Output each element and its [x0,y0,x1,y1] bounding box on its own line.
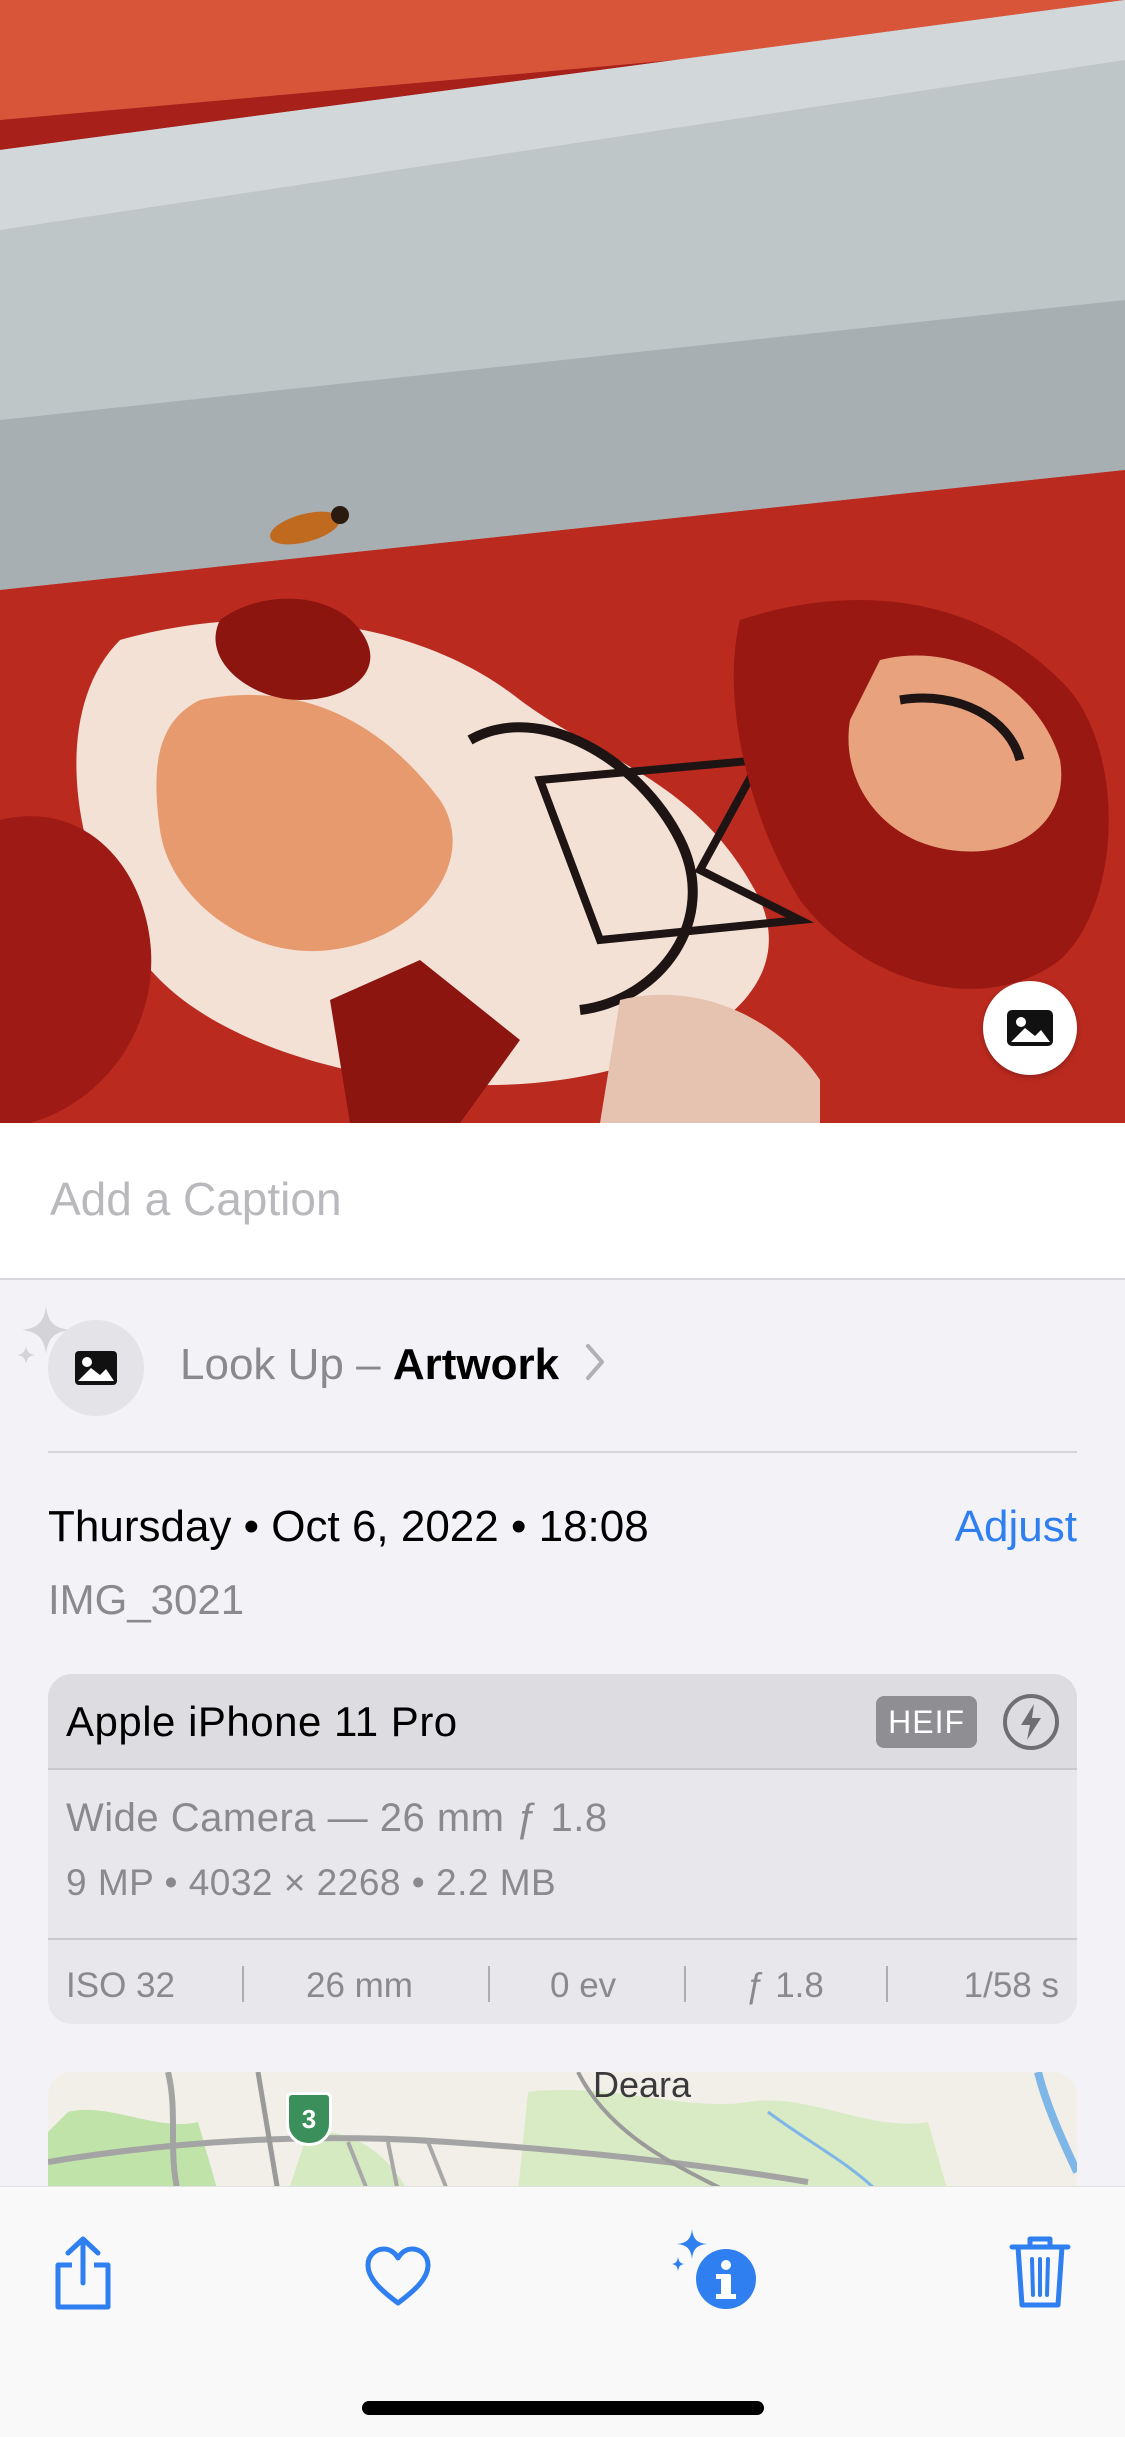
map-place-label: Deara [593,2072,692,2105]
heart-icon[interactable] [362,2245,434,2314]
visual-lookup-button[interactable] [983,981,1077,1075]
format-badge: HEIF [876,1696,977,1748]
divider [48,1451,1077,1453]
photo-icon [1005,1008,1055,1048]
adjust-button[interactable]: Adjust [955,1502,1077,1552]
share-icon[interactable] [50,2233,116,2318]
info-sparkle-icon[interactable] [672,2227,764,2322]
exif-focal-length: 26 mm [306,1966,413,2005]
camera-info-card: Apple iPhone 11 Pro HEIF Wide Camera — 2… [48,1674,1077,2024]
exif-aperture: ƒ 1.8 [746,1966,824,2005]
camera-info-header: Apple iPhone 11 Pro HEIF [48,1674,1077,1770]
exif-divider [488,1966,490,2002]
exif-row: ISO 32 26 mm 0 ev ƒ 1.8 1/58 s [48,1938,1077,2024]
exif-divider [242,1966,244,2002]
artwork-icon [48,1320,144,1416]
location-map[interactable]: 3 Deara [48,2072,1077,2192]
look-up-label: Look Up – Artwork [180,1340,560,1389]
exif-shutter: 1/58 s [963,1966,1059,2005]
photo-view[interactable] [0,0,1125,1123]
look-up-row[interactable]: Look Up – Artwork [0,1280,1125,1452]
exif-divider [684,1966,686,2002]
bottom-toolbar [0,2186,1125,2437]
route-number: 3 [301,2103,317,2134]
flash-icon [1001,1692,1061,1757]
exif-iso: ISO 32 [66,1966,175,2005]
home-indicator[interactable] [362,2401,764,2415]
caption-input[interactable] [48,1163,1052,1235]
lens-info: Wide Camera — 26 mm ƒ 1.8 [66,1796,608,1840]
look-up-subject: Artwork [392,1340,560,1389]
image-specs: 9 MP • 4032 × 2268 • 2.2 MB [66,1862,557,1903]
exif-exposure: 0 ev [550,1966,617,2005]
device-name: Apple iPhone 11 Pro [66,1698,458,1745]
route-shield: 3 [286,2092,332,2146]
caption-area [0,1123,1125,1280]
chevron-right-icon [584,1338,608,1391]
capture-date: Thursday • Oct 6, 2022 • 18:08 [48,1502,649,1551]
exif-divider [886,1966,888,2002]
file-name: IMG_3021 [48,1576,245,1623]
trash-icon[interactable] [1008,2231,1072,2316]
